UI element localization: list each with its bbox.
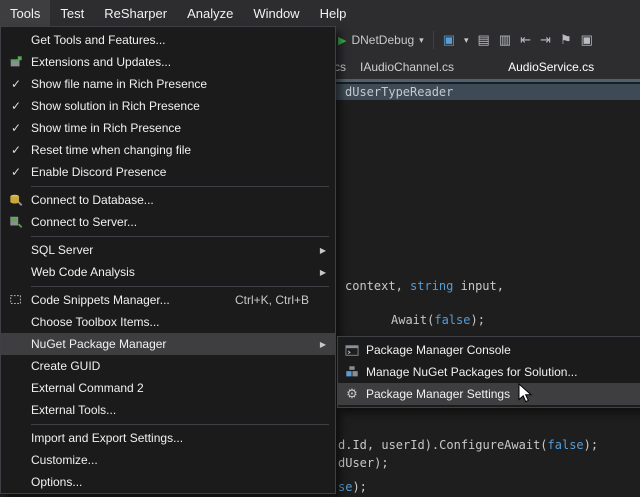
submenu-arrow-icon: ▶ (320, 246, 326, 255)
snippets-icon (9, 293, 23, 307)
menu-item-external-command-2[interactable]: External Command 2 (1, 377, 335, 399)
window-split-icon[interactable]: ▥ (499, 32, 511, 48)
menu-item-package-manager-console[interactable]: Package Manager Console (338, 339, 640, 361)
check-icon: ✓ (11, 77, 21, 91)
nuget-solution-icon (345, 365, 359, 379)
menu-item-sql-server[interactable]: SQL Server ▶ (1, 239, 335, 261)
menubar-item-test[interactable]: Test (50, 0, 94, 26)
menubar-item-resharper-label: ReSharper (104, 6, 167, 21)
code-line: context, string input, (345, 279, 504, 293)
run-config-caret-icon[interactable]: ▾ (419, 35, 424, 46)
check-icon: ✓ (11, 121, 21, 135)
check-icon: ✓ (11, 143, 21, 157)
indent-icon[interactable]: ⇥ (540, 32, 551, 48)
menubar-item-tools-label: Tools (10, 6, 40, 21)
vs-window: Tools Test ReSharper Analyze Window Help… (0, 0, 640, 497)
menubar-item-resharper[interactable]: ReSharper (94, 0, 177, 26)
shortcut-label: Ctrl+K, Ctrl+B (235, 293, 329, 307)
menubar-item-window-label: Window (253, 6, 299, 21)
bookmark-window-icon[interactable]: ▣ (581, 32, 593, 48)
tab-iaudiochannel[interactable]: IAudioChannel.cs (350, 60, 464, 74)
menu-item-manage-nuget-packages-for-solution[interactable]: Manage NuGet Packages for Solution... (338, 361, 640, 383)
toolbar-separator (433, 31, 434, 49)
menubar-item-help[interactable]: Help (310, 0, 357, 26)
gear-icon: ⚙ (346, 386, 358, 402)
nuget-submenu: Package Manager Console Manage NuGet Pac… (337, 336, 640, 408)
menu-item-connect-to-database[interactable]: Connect to Database... (1, 189, 335, 211)
menu-separator (31, 424, 329, 425)
menu-item-nuget-package-manager[interactable]: NuGet Package Manager ▶ (1, 333, 335, 355)
menubar-item-window[interactable]: Window (243, 0, 309, 26)
menubar-item-analyze[interactable]: Analyze (177, 0, 243, 26)
menu-item-enable-discord-presence[interactable]: ✓ Enable Discord Presence (1, 161, 335, 183)
submenu-arrow-icon: ▶ (320, 340, 326, 349)
play-icon: ▶ (338, 34, 346, 47)
menu-separator (31, 286, 329, 287)
menu-item-choose-toolbox-items[interactable]: Choose Toolbox Items... (1, 311, 335, 333)
menu-item-package-manager-settings[interactable]: ⚙ Package Manager Settings (338, 383, 640, 405)
menu-item-connect-to-server[interactable]: Connect to Server... (1, 211, 335, 233)
code-line: Await(false); (391, 313, 485, 327)
menu-item-web-code-analysis[interactable]: Web Code Analysis ▶ (1, 261, 335, 283)
window-preview-icon[interactable]: ▤ (478, 32, 490, 48)
bookmark-icon[interactable]: ⚑ (560, 32, 572, 48)
menubar-item-analyze-label: Analyze (187, 6, 233, 21)
code-line: dUser); (338, 456, 389, 470)
console-icon (345, 344, 359, 357)
menubar-item-test-label: Test (60, 6, 84, 21)
menu-item-show-time-rich-presence[interactable]: ✓ Show time in Rich Presence (1, 117, 335, 139)
attach-to-process-icon[interactable]: ▣ (443, 32, 455, 48)
menu-item-show-solution-rich-presence[interactable]: ✓ Show solution in Rich Presence (1, 95, 335, 117)
run-config-label: DNetDebug (351, 33, 414, 47)
check-icon: ✓ (11, 99, 21, 113)
menu-item-external-tools[interactable]: External Tools... (1, 399, 335, 421)
menu-separator (31, 236, 329, 237)
menu-item-extensions-and-updates[interactable]: Extensions and Updates... (1, 51, 335, 73)
menu-item-create-guid[interactable]: Create GUID (1, 355, 335, 377)
start-debugging-button[interactable]: ▶ DNetDebug ▾ (338, 33, 424, 47)
navigation-member-label: dUserTypeReader (345, 85, 453, 99)
extensions-icon (9, 55, 23, 69)
tools-menu: Get Tools and Features... Extensions and… (0, 26, 336, 494)
server-connect-icon (9, 215, 23, 229)
menu-item-customize[interactable]: Customize... (1, 449, 335, 471)
menubar-item-tools[interactable]: Tools (0, 0, 50, 26)
attach-caret-icon[interactable]: ▾ (464, 35, 469, 46)
code-line: se); (338, 480, 367, 494)
menu-item-import-and-export-settings[interactable]: Import and Export Settings... (1, 427, 335, 449)
menu-item-reset-time-when-changing-file[interactable]: ✓ Reset time when changing file (1, 139, 335, 161)
database-connect-icon (9, 193, 23, 207)
menubar: Tools Test ReSharper Analyze Window Help (0, 0, 640, 26)
menu-item-code-snippets-manager[interactable]: Code Snippets Manager... Ctrl+K, Ctrl+B (1, 289, 335, 311)
tab-audioservice[interactable]: AudioService.cs (498, 60, 604, 74)
outdent-icon[interactable]: ⇤ (520, 32, 531, 48)
submenu-arrow-icon: ▶ (320, 268, 326, 277)
mouse-cursor (518, 383, 534, 405)
menu-item-show-file-name-rich-presence[interactable]: ✓ Show file name in Rich Presence (1, 73, 335, 95)
menu-item-options[interactable]: Options... (1, 471, 335, 493)
menubar-item-help-label: Help (320, 6, 347, 21)
code-line: d.Id, userId).ConfigureAwait(false); (338, 438, 598, 452)
menu-item-get-tools-and-features[interactable]: Get Tools and Features... (1, 29, 335, 51)
menu-separator (31, 186, 329, 187)
check-icon: ✓ (11, 165, 21, 179)
